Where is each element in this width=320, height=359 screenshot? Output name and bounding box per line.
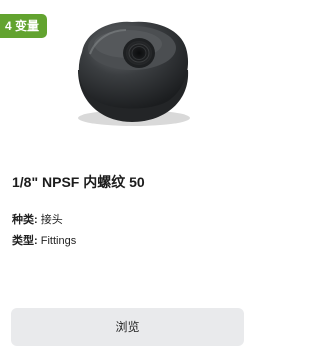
attribute-value: Fittings (40, 235, 77, 247)
variant-count-badge: 4 变量 (0, 14, 48, 38)
product-card[interactable]: 4 变量 1/8" NPSF 内螺纹 50 种类: 接头 类型: Fitting… (0, 0, 263, 359)
attribute-key: 类型: (12, 235, 38, 247)
attribute-key: 种类: (12, 214, 38, 226)
threaded-knob-nut-image (78, 21, 190, 126)
product-title[interactable]: 1/8" NPSF 内螺纹 50 (12, 172, 145, 192)
product-attribute-type: 类型: Fittings (12, 232, 76, 248)
product-attribute-category: 种类: 接头 (12, 211, 63, 227)
browse-button[interactable]: 浏览 (11, 308, 244, 346)
attribute-value: 接头 (40, 214, 63, 226)
product-image[interactable] (60, 14, 200, 128)
